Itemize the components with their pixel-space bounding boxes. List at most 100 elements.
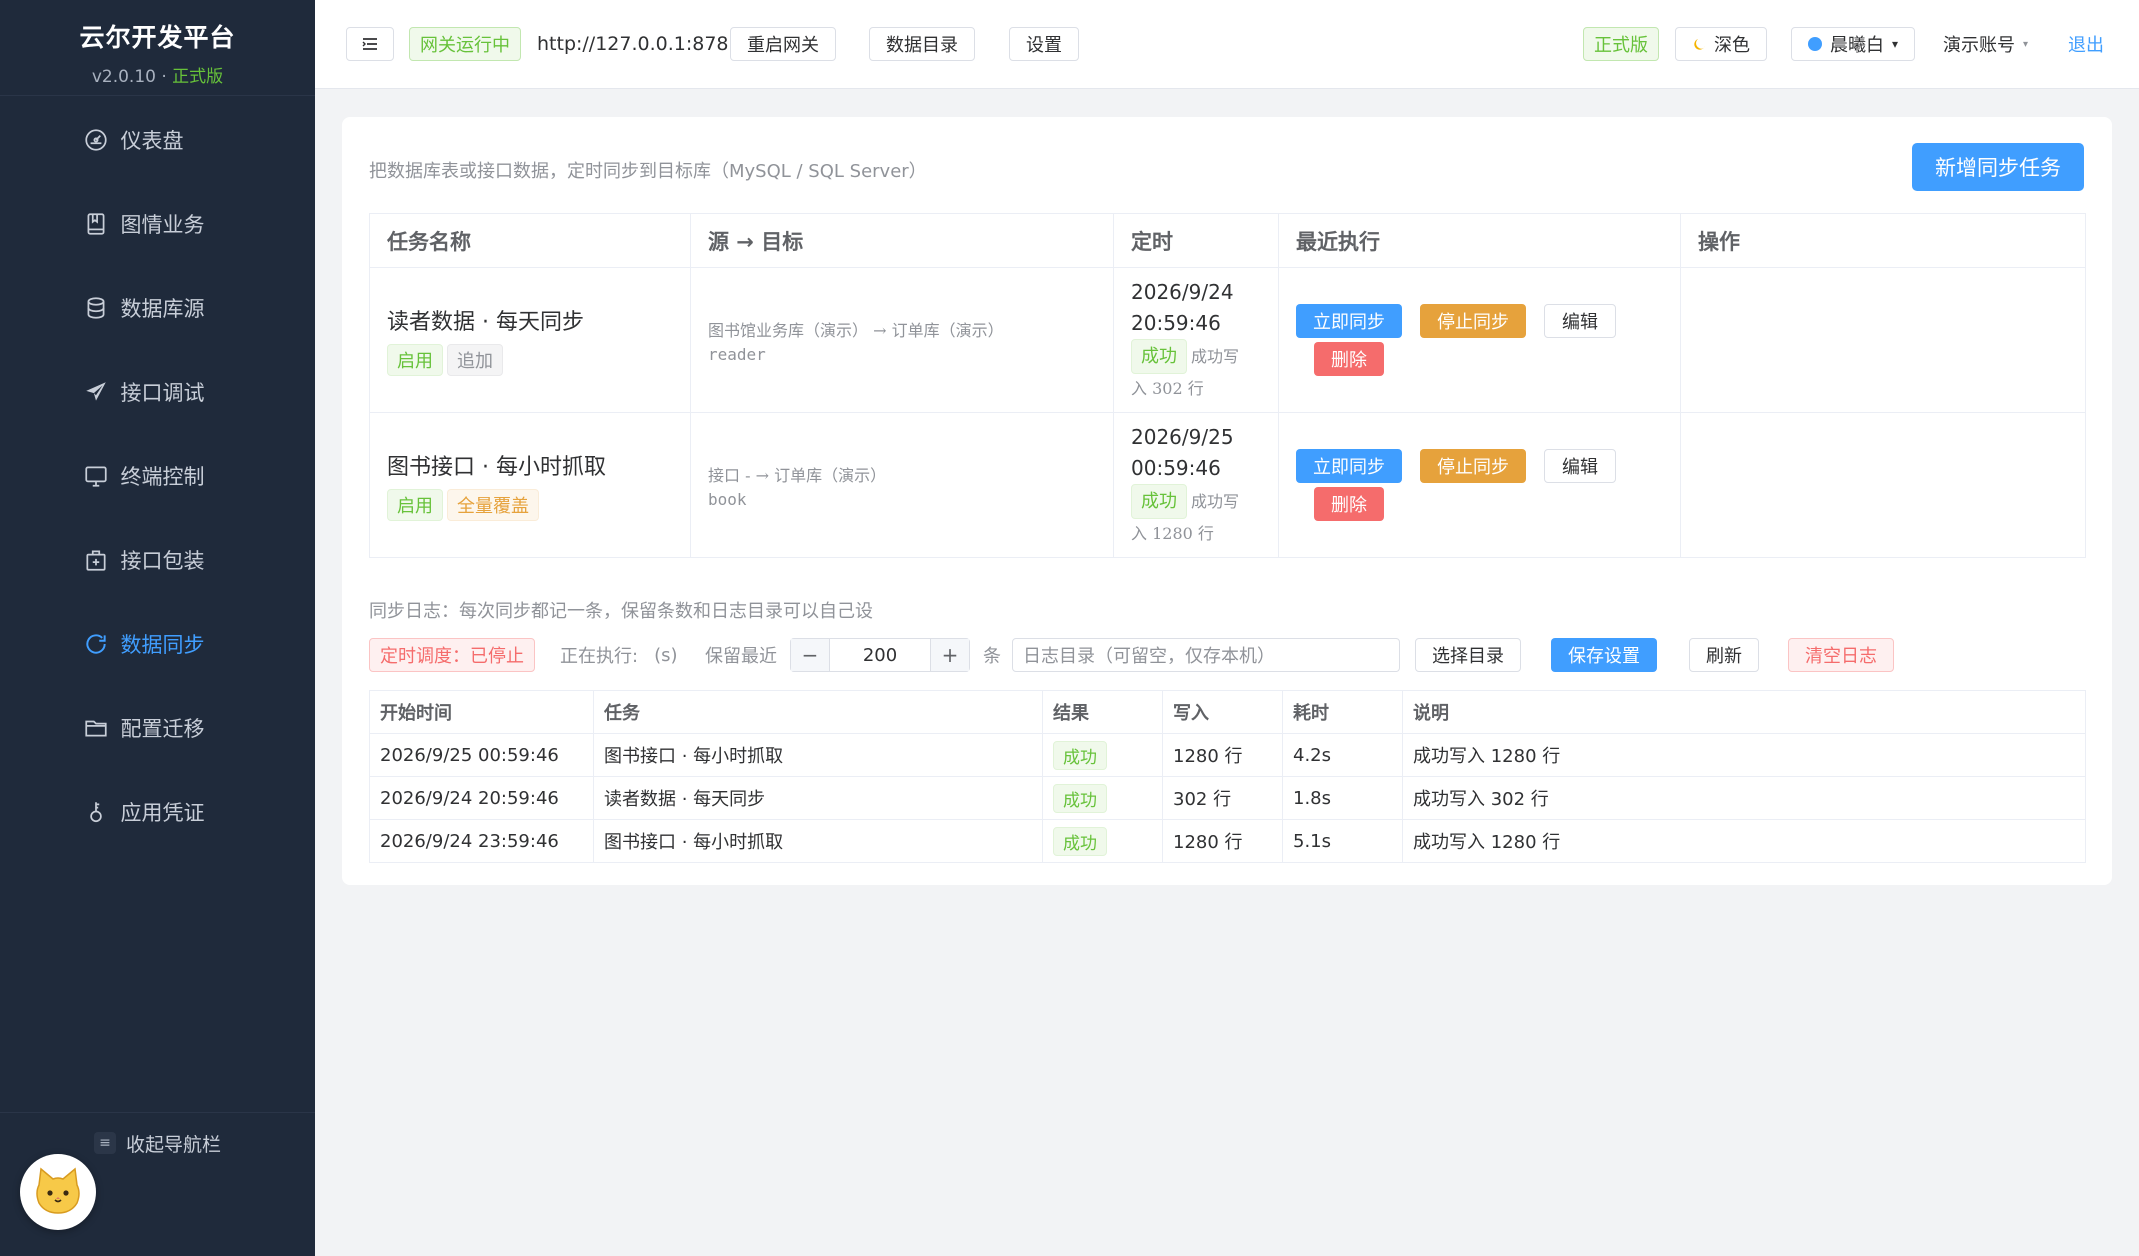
table-row: 图书接口 · 每小时抓取 启用 全量覆盖 接口 - → 订单库（演示） book … <box>369 412 2086 558</box>
package-icon <box>85 550 106 571</box>
sidebar-item-data-sync[interactable]: 数据同步 <box>0 602 315 686</box>
sidebar-item-credentials[interactable]: 应用凭证 <box>0 770 315 854</box>
sidebar-item-dashboard[interactable]: 仪表盘 <box>0 98 315 182</box>
edit-button[interactable]: 编辑 <box>1544 304 1616 338</box>
edition-text: 正式版 <box>172 67 224 87</box>
account-menu[interactable]: 演示账号 ▾ <box>1943 27 2028 61</box>
theme-toggle-button[interactable]: 深色 <box>1675 27 1767 61</box>
menu-icon: ≡ <box>93 1132 116 1154</box>
menu-fold-icon <box>362 38 377 50</box>
log-task: 图书接口 · 每小时抓取 <box>593 819 1043 863</box>
sidebar-item-api-wrap[interactable]: 接口包装 <box>0 518 315 602</box>
monitor-icon <box>84 466 107 487</box>
task-name-cell: 图书接口 · 每小时抓取 启用 全量覆盖 <box>369 412 691 558</box>
save-settings-button[interactable]: 保存设置 <box>1551 638 1657 672</box>
delete-button[interactable]: 删除 <box>1314 487 1384 521</box>
table-row: 2026/9/24 20:59:46 读者数据 · 每天同步 成功 302 行 … <box>369 776 2086 820</box>
cat-icon <box>36 1167 80 1214</box>
sync-now-button[interactable]: 立即同步 <box>1296 304 1402 338</box>
result-text: 成功写 <box>1191 492 1240 511</box>
route-cell: 图书馆业务库（演示） → 订单库（演示） reader <box>690 267 1114 413</box>
restart-gateway-button[interactable]: 重启网关 <box>730 27 836 61</box>
sync-tasks-table: 任务名称 源 → 目标 定时 最近执行 操作 读者数据 · 每天同步 启用 追加 … <box>369 213 2086 558</box>
add-sync-task-button[interactable]: 新增同步任务 <box>1912 143 2084 191</box>
brand: 云尔开发平台 v2.0.10 · 正式版 <box>0 0 315 96</box>
edit-button[interactable]: 编辑 <box>1544 449 1616 483</box>
log-description: 同步日志：每次同步都记一条，保留条数和日志目录可以自己设 <box>369 601 873 622</box>
sync-card: 把数据库表或接口数据，定时同步到目标库（MySQL / SQL Server） … <box>342 117 2112 885</box>
task-name-cell: 读者数据 · 每天同步 启用 追加 <box>369 267 691 413</box>
result-text: 入 302 行 <box>1131 379 1204 398</box>
row-actions: 立即同步 停止同步 编辑 删除 <box>1296 304 1626 376</box>
log-cost: 5.1s <box>1282 819 1403 863</box>
toggle-sidebar-button[interactable] <box>346 27 394 61</box>
route-cell: 接口 - → 订单库（演示） book <box>690 412 1114 558</box>
refresh-button[interactable]: 刷新 <box>1689 638 1759 672</box>
sidebar-menu: 仪表盘 图情业务 数据库源 接口调试 终端控制 接口包装 数据同步 配置迁移 应… <box>0 98 315 854</box>
stop-sync-button[interactable]: 停止同步 <box>1420 304 1526 338</box>
clear-log-button[interactable]: 清空日志 <box>1788 638 1894 672</box>
log-task: 读者数据 · 每天同步 <box>593 776 1043 820</box>
log-dir-input[interactable]: 日志目录（可留空，仅存本机） <box>1012 638 1400 672</box>
table-row: 2026/9/24 23:59:46 图书接口 · 每小时抓取 成功 1280 … <box>369 819 2086 863</box>
row-actions-line2: 删除 <box>1296 487 1626 521</box>
decrement-button[interactable]: − <box>791 639 830 671</box>
app-title: 云尔开发平台 <box>79 23 236 52</box>
log-result-cell: 成功 <box>1042 776 1163 820</box>
page-description: 把数据库表或接口数据，定时同步到目标库（MySQL / SQL Server） <box>369 161 927 182</box>
folder-icon <box>84 720 107 737</box>
sidebar-item-config-migrate[interactable]: 配置迁移 <box>0 686 315 770</box>
sidebar-item-library[interactable]: 图情业务 <box>0 182 315 266</box>
gateway-url: http://127.0.0.1:8787 <box>537 33 741 55</box>
status-badge: 启用 <box>387 489 443 521</box>
keep-count-input[interactable]: 200 <box>830 645 930 666</box>
keep-label: 保留最近 <box>705 646 777 667</box>
settings-button[interactable]: 设置 <box>1009 27 1079 61</box>
sidebar-item-label: 数据库源 <box>120 297 205 321</box>
column-header: 开始时间 <box>369 690 594 734</box>
table-row: 读者数据 · 每天同步 启用 追加 图书馆业务库（演示） → 订单库（演示） re… <box>369 267 2086 413</box>
keep-count-stepper[interactable]: − 200 + <box>790 638 970 672</box>
column-header: 任务名称 <box>369 213 691 268</box>
sidebar-item-label: 数据同步 <box>120 633 205 657</box>
sync-log-table: 开始时间 任务 结果 写入 耗时 说明 2026/9/25 00:59:46 图… <box>369 690 2086 863</box>
sidebar-item-api-debug[interactable]: 接口调试 <box>0 350 315 434</box>
delete-button[interactable]: 删除 <box>1314 342 1384 376</box>
collapse-nav-label: 收起导航栏 <box>125 1133 221 1156</box>
sidebar-item-database[interactable]: 数据库源 <box>0 266 315 350</box>
result-badge: 成功 <box>1053 826 1107 856</box>
increment-button[interactable]: + <box>930 639 969 671</box>
topbar: 网关运行中 http://127.0.0.1:8787 重启网关 数据目录 设置… <box>315 0 2139 89</box>
status-badge: 启用 <box>387 344 443 376</box>
book-icon <box>87 213 104 235</box>
version-text: v2.0.10 · <box>91 67 173 87</box>
row-actions: 立即同步 停止同步 编辑 删除 <box>1296 449 1626 521</box>
skin-select[interactable]: 晨曦白 ▾ <box>1791 27 1916 61</box>
dashboard-icon <box>84 129 107 151</box>
task-name: 读者数据 · 每天同步 <box>387 310 584 335</box>
log-written: 1280 行 <box>1162 733 1283 777</box>
data-dir-button[interactable]: 数据目录 <box>869 27 975 61</box>
running-indicator: 正在执行: (s) <box>560 638 678 672</box>
log-written: 302 行 <box>1162 776 1283 820</box>
choose-dir-button[interactable]: 选择目录 <box>1415 638 1521 672</box>
chevron-down-icon: ▾ <box>1892 37 1899 51</box>
running-value: (s) <box>654 644 678 666</box>
sidebar-item-terminal[interactable]: 终端控制 <box>0 434 315 518</box>
sync-now-button[interactable]: 立即同步 <box>1296 449 1402 483</box>
result-text: 成功写 <box>1191 347 1240 366</box>
log-start-time: 2026/9/24 23:59:46 <box>369 819 594 863</box>
sidebar-item-label: 图情业务 <box>120 213 205 237</box>
column-header: 写入 <box>1162 690 1283 734</box>
result-line: 成功 成功写 <box>1131 339 1261 374</box>
operations-cell <box>1680 267 2086 413</box>
stop-sync-button[interactable]: 停止同步 <box>1420 449 1526 483</box>
schedule-cell: 2026/9/24 20:59:46 成功 成功写 入 302 行 <box>1113 267 1279 413</box>
sidebar-item-label: 接口调试 <box>120 381 205 405</box>
table-header-row: 开始时间 任务 结果 写入 耗时 说明 <box>369 690 2086 734</box>
log-cost: 4.2s <box>1282 733 1403 777</box>
log-result-cell: 成功 <box>1042 733 1163 777</box>
cat-avatar[interactable] <box>20 1154 96 1230</box>
sidebar-item-label: 应用凭证 <box>120 801 205 825</box>
logout-link[interactable]: 退出 <box>2068 27 2104 61</box>
